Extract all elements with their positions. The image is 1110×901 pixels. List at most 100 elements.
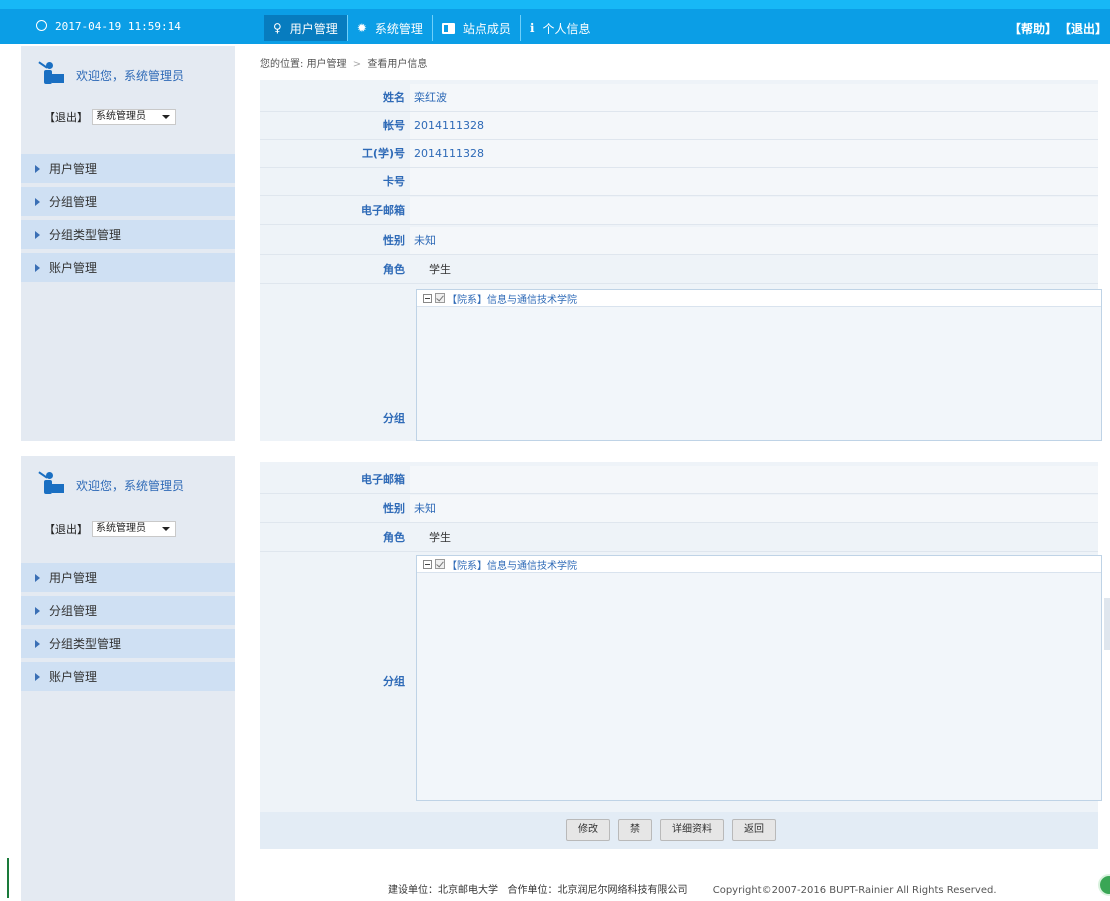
sidebar-item-label: 分组类型管理 (49, 228, 122, 242)
tree-item[interactable]: 【院系】信息与通信技术学院 (417, 556, 1101, 573)
triangle-right-icon (35, 164, 40, 173)
triangle-right-icon (35, 263, 40, 272)
label-card: 卡号 (383, 175, 405, 188)
collapse-icon[interactable] (423, 293, 432, 303)
sidebar-item-user-management[interactable]: 用户管理 (21, 154, 235, 185)
tree-item[interactable]: 【院系】信息与通信技术学院 (417, 290, 1101, 307)
role-select-value: 系统管理员 (96, 111, 146, 122)
clock-icon (36, 20, 47, 31)
triangle-right-icon (35, 197, 40, 206)
chevron-down-icon (162, 527, 170, 531)
help-link[interactable]: 【帮助】 (1009, 22, 1057, 36)
value-role: 学生 (429, 263, 451, 276)
collapse-icon[interactable] (423, 559, 432, 569)
role-select-value: 系统管理员 (96, 523, 146, 534)
ban-button[interactable]: 禁 (618, 819, 652, 841)
teacher-icon (38, 471, 64, 498)
value-gender: 未知 (414, 234, 436, 247)
row-gender: 性别 未知 (260, 495, 1098, 523)
sidebar-logout-link[interactable]: 【退出】 (44, 521, 88, 537)
top-bar: 2017-04-19 11:59:14 ♀ 用户管理 ✹ 系统管理 站点成员 ℹ… (0, 0, 1110, 44)
label-group: 分组 (383, 675, 405, 688)
nav-personal-info[interactable]: ℹ 个人信息 (521, 15, 600, 41)
sidebar: 欢迎您，系统管理员 【退出】 系统管理员 用户管理 分组管理 分组类型管理 账户… (21, 46, 235, 441)
top-links: 【帮助】 【退出】 (1001, 20, 1107, 37)
user-info-panel-scrolled: 电子邮箱 性别 未知 角色 学生 分组 【院系】信息与通信技术学院 (260, 462, 1102, 849)
user-info-panel: 姓名 栾红波 帐号 2014111328 工(学)号 2014111328 卡号… (260, 80, 1102, 441)
label-email: 电子邮箱 (361, 473, 405, 486)
triangle-right-icon (35, 230, 40, 239)
nav-system-management[interactable]: ✹ 系统管理 (348, 15, 433, 41)
sidebar-item-label: 分组类型管理 (49, 637, 122, 651)
top-logout-link[interactable]: 【退出】 (1065, 22, 1107, 36)
group-tree: 【院系】信息与通信技术学院 (416, 289, 1102, 441)
nav-label: 用户管理 (289, 21, 338, 36)
role-select[interactable]: 系统管理员 (92, 521, 176, 537)
sidebar-item-account-management[interactable]: 账户管理 (21, 662, 235, 693)
row-account: 帐号 2014111328 (260, 112, 1098, 140)
sidebar-item-label: 分组管理 (49, 195, 98, 209)
welcome-text: 欢迎您，系统管理员 (76, 68, 185, 83)
value-gender: 未知 (414, 502, 436, 515)
row-email: 电子邮箱 (260, 466, 1098, 494)
edit-button[interactable]: 修改 (566, 819, 610, 841)
footer-copyright: Copyright©2007-2016 BUPT-Rainier All Rig… (712, 885, 997, 896)
row-email: 电子邮箱 (260, 197, 1098, 225)
triangle-right-icon (35, 606, 40, 615)
nav-label: 个人信息 (542, 21, 591, 36)
sidebar-logout-row: 【退出】 系统管理员 (44, 109, 176, 125)
left-edge-mark (7, 858, 9, 898)
row-name: 姓名 栾红波 (260, 84, 1098, 112)
nav-site-members[interactable]: 站点成员 (433, 15, 521, 41)
sidebar-item-label: 用户管理 (49, 162, 98, 176)
checkbox-icon[interactable] (435, 559, 445, 569)
clock: 2017-04-19 11:59:14 (36, 20, 181, 33)
scrollbar[interactable] (1104, 598, 1110, 650)
sidebar-item-group-type-management[interactable]: 分组类型管理 (21, 220, 235, 251)
floating-badge-icon[interactable] (1098, 874, 1110, 896)
label-gender: 性别 (383, 502, 405, 515)
id-card-icon (441, 22, 455, 34)
sidebar-item-account-management[interactable]: 账户管理 (21, 253, 235, 284)
clock-text: 2017-04-19 11:59:14 (55, 20, 181, 33)
breadcrumb-separator: > (352, 59, 362, 70)
welcome: 欢迎您，系统管理员 (38, 61, 185, 88)
nav-label: 站点成员 (462, 21, 511, 36)
footer-builder: 建设单位：北京邮电大学 (388, 885, 498, 896)
sidebar-logout-link[interactable]: 【退出】 (44, 109, 88, 125)
tree-item-label: 【院系】信息与通信技术学院 (447, 294, 577, 306)
sidebar-item-group-type-management[interactable]: 分组类型管理 (21, 629, 235, 660)
chevron-down-icon (162, 115, 170, 119)
tree-item-label: 【院系】信息与通信技术学院 (447, 560, 577, 572)
triangle-right-icon (35, 573, 40, 582)
sidebar-item-group-management[interactable]: 分组管理 (21, 187, 235, 218)
sidebar-item-user-management[interactable]: 用户管理 (21, 563, 235, 594)
value-account: 2014111328 (414, 119, 484, 132)
back-button[interactable]: 返回 (732, 819, 776, 841)
action-bar: 修改 禁 详细资料 返回 (260, 812, 1098, 849)
value-staff-id: 2014111328 (414, 147, 484, 160)
nav-user-management[interactable]: ♀ 用户管理 (264, 15, 348, 41)
sidebar-item-label: 分组管理 (49, 604, 98, 618)
label-staff-id: 工(学)号 (361, 147, 405, 160)
main-nav: ♀ 用户管理 ✹ 系统管理 站点成员 ℹ 个人信息 (264, 15, 599, 41)
value-role: 学生 (429, 531, 451, 544)
action-buttons: 修改 禁 详细资料 返回 (566, 819, 784, 841)
welcome-text: 欢迎您，系统管理员 (76, 478, 185, 493)
row-gender: 性别 未知 (260, 227, 1098, 255)
breadcrumb-page: 查看用户信息 (367, 59, 428, 70)
label-gender: 性别 (383, 234, 405, 247)
role-select[interactable]: 系统管理员 (92, 109, 176, 125)
gear-icon: ✹ (356, 21, 367, 35)
details-button[interactable]: 详细资料 (660, 819, 724, 841)
row-card: 卡号 (260, 168, 1098, 196)
sidebar-item-group-management[interactable]: 分组管理 (21, 596, 235, 627)
checkbox-icon[interactable] (435, 293, 445, 303)
breadcrumb-section[interactable]: 用户管理 (307, 59, 347, 70)
welcome: 欢迎您，系统管理员 (38, 471, 185, 498)
sidebar-item-label: 账户管理 (49, 261, 98, 275)
row-staff-id: 工(学)号 2014111328 (260, 140, 1098, 168)
label-role: 角色 (383, 263, 405, 276)
teacher-icon (38, 61, 64, 88)
label-email: 电子邮箱 (361, 204, 405, 217)
